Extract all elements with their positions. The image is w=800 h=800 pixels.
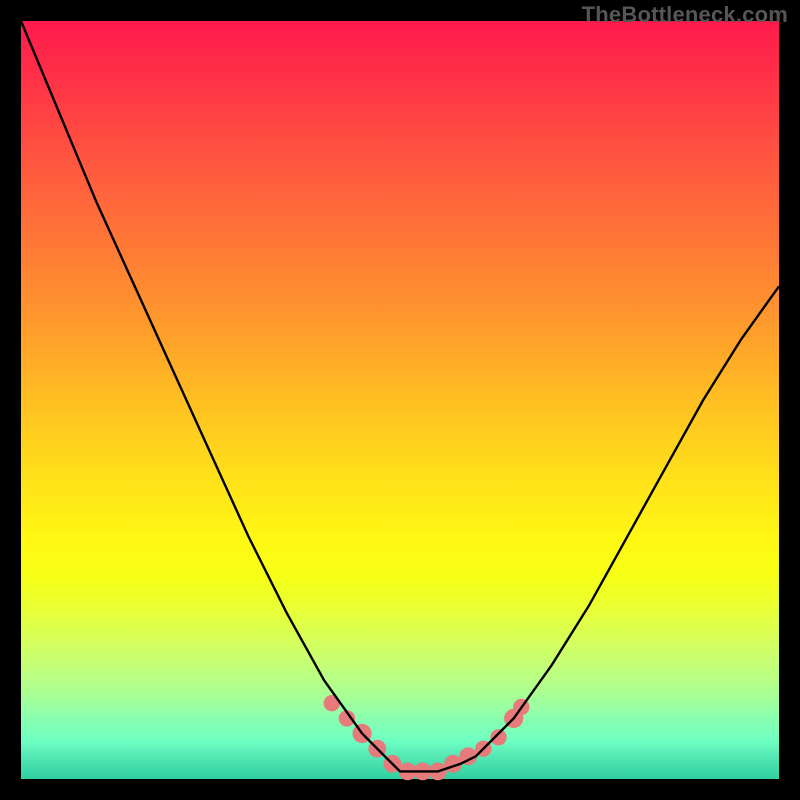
plot-area	[21, 21, 779, 779]
chart-frame: TheBottleneck.com	[0, 0, 800, 800]
data-marker	[490, 729, 506, 745]
marker-group	[324, 695, 530, 780]
bottleneck-curve-path	[21, 21, 779, 771]
watermark-text: TheBottleneck.com	[582, 2, 788, 28]
chart-svg	[21, 21, 779, 779]
